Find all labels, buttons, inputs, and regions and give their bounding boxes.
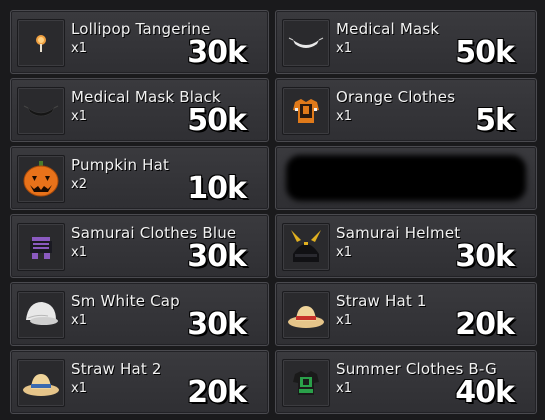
samurai-helmet-icon [291,230,321,262]
samurai-clothes-icon [30,237,52,259]
item-price: 30k [455,239,515,274]
item-slot [282,223,330,271]
item-price: 5k [475,103,515,138]
item-quantity: x1 [71,245,87,260]
item-price: 30k [187,239,247,274]
straw-hat-2-icon [23,374,59,396]
item-card[interactable]: Orange Clothes x1 5k [275,78,537,142]
item-name: Medical Mask [336,20,440,38]
item-quantity: x2 [71,177,87,192]
item-card[interactable]: Medical Mask Black x1 50k [10,78,269,142]
item-price: 10k [187,171,247,206]
item-price: 40k [455,375,515,410]
censored-item-card [275,146,537,210]
summer-clothes-icon [293,371,319,395]
item-quantity: x1 [71,109,87,124]
item-card[interactable]: Samurai Clothes Blue x1 30k [10,214,269,278]
item-card[interactable]: Pumpkin Hat x2 10k [10,146,269,210]
white-cap-icon [26,302,58,325]
item-quantity: x1 [336,109,352,124]
redaction-blackout [286,155,526,201]
inventory-grid: Lollipop Tangerine x1 30k Medical Mask x… [0,0,545,420]
medical-mask-icon [288,37,324,48]
item-name: Sm White Cap [71,292,180,310]
orange-clothes-icon [293,99,319,123]
item-slot [17,19,65,67]
item-slot [282,19,330,67]
item-quantity: x1 [336,381,352,396]
item-slot [17,155,65,203]
item-quantity: x1 [71,41,87,56]
item-quantity: x1 [71,313,87,328]
item-name: Straw Hat 2 [71,360,162,378]
item-name: Orange Clothes [336,88,456,106]
pumpkin-hat-icon [23,161,59,197]
item-quantity: x1 [336,245,352,260]
item-card[interactable]: Straw Hat 2 x1 20k [10,350,269,414]
item-card[interactable]: Lollipop Tangerine x1 30k [10,10,269,74]
item-card[interactable]: Straw Hat 1 x1 20k [275,282,537,346]
item-slot [282,87,330,135]
item-price: 30k [187,307,247,342]
item-card[interactable]: Summer Clothes B-G x1 40k [275,350,537,414]
item-price: 50k [455,35,515,70]
item-card[interactable]: Sm White Cap x1 30k [10,282,269,346]
medical-mask-black-icon [23,105,59,117]
item-card[interactable]: Samurai Helmet x1 30k [275,214,537,278]
item-price: 50k [187,103,247,138]
item-slot [17,291,65,339]
item-price: 20k [455,307,515,342]
item-quantity: x1 [336,313,352,328]
item-price: 20k [187,375,247,410]
item-quantity: x1 [71,381,87,396]
item-name: Straw Hat 1 [336,292,427,310]
item-slot [282,359,330,407]
item-quantity: x1 [336,41,352,56]
item-name: Pumpkin Hat [71,156,170,174]
item-slot [17,87,65,135]
item-name: Samurai Helmet [336,224,461,242]
item-card[interactable]: Medical Mask x1 50k [275,10,537,74]
item-slot [282,291,330,339]
straw-hat-icon [288,306,324,328]
item-slot [17,223,65,271]
item-slot [17,359,65,407]
lollipop-icon [36,35,46,52]
item-price: 30k [187,35,247,70]
